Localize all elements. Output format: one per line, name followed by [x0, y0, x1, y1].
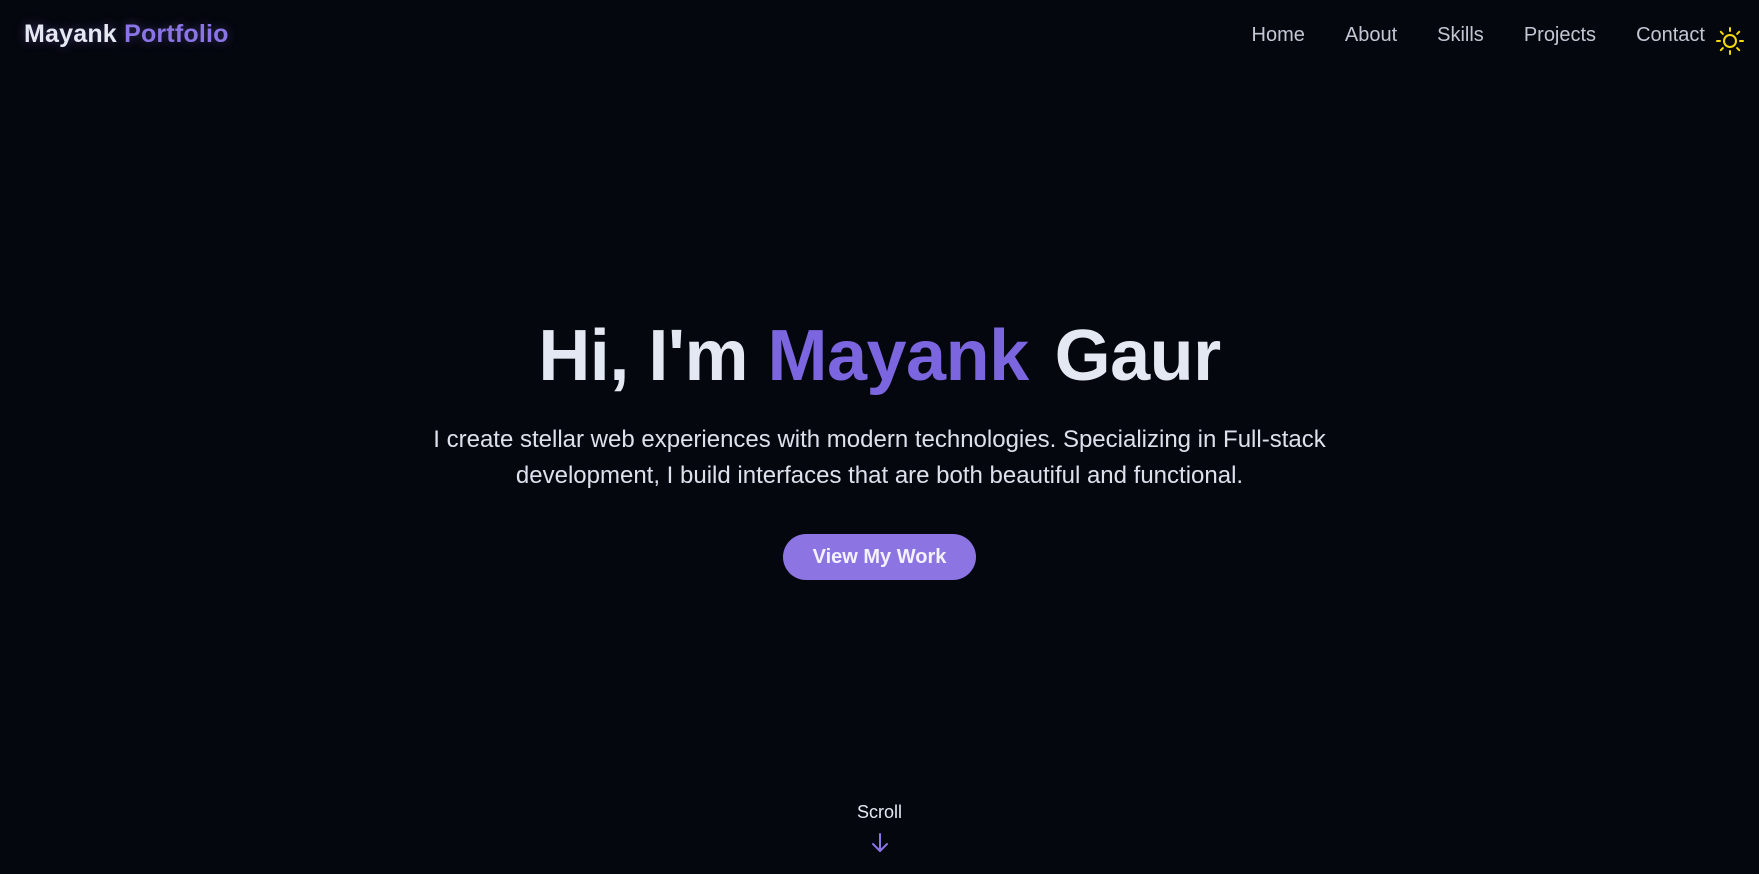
logo[interactable]: Mayank Portfolio	[24, 20, 229, 49]
hero-subtitle: I create stellar web experiences with mo…	[433, 426, 1326, 489]
theme-toggle-button[interactable]	[1715, 26, 1745, 56]
nav-skills[interactable]: Skills	[1437, 24, 1484, 47]
logo-first: Mayank	[24, 20, 117, 48]
scroll-indicator[interactable]: Scroll	[0, 802, 1759, 855]
hero-section: Hi, I'm Mayank Gaur I create stellar web …	[0, 320, 1759, 580]
scroll-label: Scroll	[856, 802, 902, 822]
arrow-down-icon	[871, 833, 888, 852]
nav-contact[interactable]: Contact	[1636, 24, 1705, 47]
sun-icon	[1716, 27, 1744, 55]
logo-second: Portfolio	[124, 20, 229, 48]
nav-home[interactable]: Home	[1252, 24, 1305, 47]
hero-greeting: Hi, I'm	[538, 316, 748, 396]
hero-last-name: Gaur	[1054, 316, 1222, 396]
nav-projects[interactable]: Projects	[1524, 24, 1596, 47]
main-nav: Home About Skills Projects Contact	[1212, 24, 1705, 47]
nav-about[interactable]: About	[1345, 24, 1397, 47]
page: Mayank Portfolio Home About Skills Proje…	[0, 0, 1759, 874]
hero-first-name: Mayank	[767, 316, 1029, 396]
header: Mayank Portfolio Home About Skills Proje…	[0, 0, 1759, 72]
hero-title: Hi, I'm Mayank Gaur	[0, 320, 1759, 392]
view-my-work-button[interactable]: View My Work	[782, 534, 977, 580]
